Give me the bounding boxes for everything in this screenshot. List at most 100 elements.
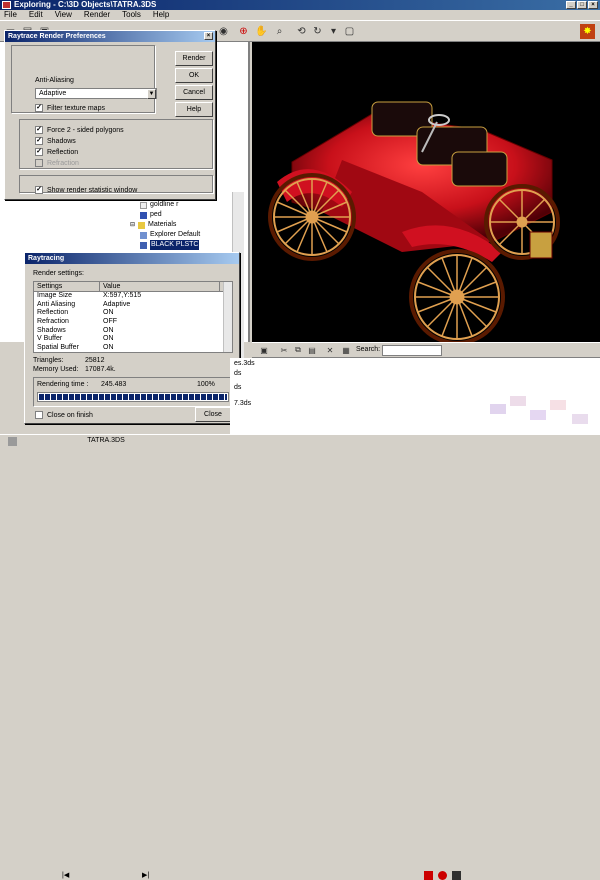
main-title-bar: Exploring - C:\3D Objects\TATRA.3DS _ □ … (0, 0, 600, 10)
render-button[interactable]: Render (175, 51, 213, 66)
search-label: Search: (356, 346, 381, 353)
tree-item[interactable]: BLACK PLSTC (140, 240, 200, 250)
settings-table[interactable]: Settings Value Image Size X:597,Y:515 Ant… (33, 281, 233, 353)
nav-last-icon[interactable]: ▶| (142, 871, 149, 879)
close-on-finish-checkbox[interactable]: Close on finish (35, 411, 93, 419)
properties-icon[interactable]: ▦ (340, 344, 352, 356)
raytracing-dialog: Raytracing Render settings: Settings Val… (24, 252, 240, 424)
preferences-close-icon[interactable]: × (204, 32, 213, 40)
folder-up-icon[interactable]: ▣ (258, 344, 270, 356)
list-item[interactable]: es.3ds (234, 360, 255, 367)
target-icon[interactable]: ⊕ (236, 24, 251, 39)
tree-item[interactable]: goldline r (140, 200, 200, 210)
render-time-label: Rendering time : (37, 381, 89, 388)
refraction-checkbox[interactable]: Refraction (35, 159, 79, 167)
list-item[interactable]: ds (234, 370, 241, 377)
triangles-value: 25812 (85, 357, 105, 364)
status-icon (8, 437, 17, 446)
menu-view[interactable]: View (55, 10, 72, 20)
window-title: Exploring - C:\3D Objects\TATRA.3DS (14, 0, 157, 9)
orbit-icon[interactable]: ↻ (310, 24, 325, 39)
memory-value: 17087.4k. (85, 366, 116, 373)
table-row[interactable]: Spatial Buffer ON (34, 344, 232, 352)
force-2sided-checkbox[interactable]: ✓ Force 2 - sided polygons (35, 126, 124, 134)
checkbox-box[interactable]: ✓ (35, 137, 43, 145)
window-controls: _ □ × (566, 1, 598, 9)
status-path: TATRA.3DS (87, 437, 125, 444)
table-row[interactable]: V Buffer ON (34, 335, 232, 344)
table-row[interactable]: Refraction OFF (34, 318, 232, 327)
raytracing-title: Raytracing (28, 255, 65, 262)
menu-tools[interactable]: Tools (122, 10, 141, 20)
record-icon[interactable] (438, 871, 447, 880)
maximize-button[interactable]: □ (577, 1, 587, 9)
table-header: Settings Value (34, 282, 232, 292)
table-row[interactable]: Image Size X:597,Y:515 (34, 292, 232, 301)
tree-item[interactable]: ⊟ Materials (130, 220, 200, 230)
checkbox-box[interactable] (35, 159, 43, 167)
show-stats-checkbox[interactable]: ✓ Show render statistic window (35, 186, 137, 194)
checkbox-box[interactable] (35, 411, 43, 419)
shadows-checkbox[interactable]: ✓ Shadows (35, 137, 76, 145)
table-row[interactable]: Reflection ON (34, 309, 232, 318)
scene-tree: goldline r ped ⊟ Materials Explorer Defau… (130, 200, 200, 250)
object-icon (140, 211, 147, 219)
frame-icon[interactable]: ▢ (342, 24, 357, 39)
antialias-group (11, 45, 155, 113)
nav-first-icon[interactable]: |◀ (62, 871, 69, 879)
paste-icon[interactable]: ▤ (306, 344, 318, 356)
triangles-label: Triangles: (33, 357, 64, 364)
antialias-value: Adaptive (39, 90, 67, 97)
close-window-button[interactable]: × (588, 1, 598, 9)
hand-icon[interactable]: ✋ (254, 24, 269, 39)
ok-button[interactable]: OK (175, 68, 213, 83)
stop-icon[interactable] (424, 871, 433, 880)
menu-file[interactable]: File (4, 10, 17, 20)
copy-icon[interactable]: ⧉ (292, 344, 304, 356)
render-viewport[interactable] (252, 42, 600, 342)
antialias-select[interactable]: Adaptive ▼ (35, 88, 157, 99)
folder-icon (138, 221, 146, 229)
logo-icon: ✸ (580, 24, 595, 39)
reflection-checkbox[interactable]: ✓ Reflection (35, 148, 78, 156)
menu-render[interactable]: Render (84, 10, 110, 20)
render-settings-label: Render settings: (33, 270, 84, 277)
menu-edit[interactable]: Edit (29, 10, 43, 20)
delete-icon[interactable]: ✕ (324, 344, 336, 356)
sphere-icon[interactable]: ◉ (216, 24, 231, 39)
dropdown-icon[interactable]: ▾ (326, 24, 341, 39)
column-header[interactable]: Value (100, 282, 220, 291)
cancel-button[interactable]: Cancel (175, 85, 213, 100)
close-button[interactable]: Close (195, 407, 231, 422)
chevron-down-icon[interactable]: ▼ (147, 89, 156, 99)
checkbox-box[interactable]: ✓ (35, 104, 43, 112)
help-button[interactable]: Help (175, 102, 213, 117)
tree-item[interactable]: Explorer Default (140, 230, 200, 240)
zoom-icon[interactable]: ⌕ (272, 24, 287, 39)
checkbox-box[interactable]: ✓ (35, 126, 43, 134)
app-icon (2, 1, 11, 9)
table-row[interactable]: Shadows ON (34, 327, 232, 336)
menu-bar: File Edit View Render Tools Help (0, 10, 600, 20)
rotate-icon[interactable]: ⟲ (294, 24, 309, 39)
checkbox-box[interactable]: ✓ (35, 148, 43, 156)
raytrace-preferences-dialog: Raytrace Render Preferences × Anti-Alias… (4, 30, 216, 200)
play-icon[interactable] (452, 871, 461, 880)
list-item[interactable]: 7.3ds (234, 400, 251, 407)
table-row[interactable]: Anti Aliasing Adaptive (34, 301, 232, 310)
minimize-button[interactable]: _ (566, 1, 576, 9)
watermark (490, 396, 594, 436)
tree-item[interactable]: ped (140, 210, 200, 220)
menu-help[interactable]: Help (153, 10, 169, 20)
search-input[interactable] (382, 345, 442, 356)
material-icon (140, 231, 147, 239)
checkbox-box[interactable]: ✓ (35, 186, 43, 194)
preferences-title-bar: Raytrace Render Preferences × (5, 31, 215, 42)
cut-icon[interactable]: ✂ (278, 344, 290, 356)
filter-texture-checkbox[interactable]: ✓ Filter texture maps (35, 104, 105, 112)
progress-bar (37, 392, 229, 402)
rendered-car (268, 101, 560, 342)
column-header[interactable]: Settings (34, 282, 100, 291)
list-item[interactable]: ds (234, 384, 241, 391)
table-scrollbar[interactable] (223, 282, 232, 352)
